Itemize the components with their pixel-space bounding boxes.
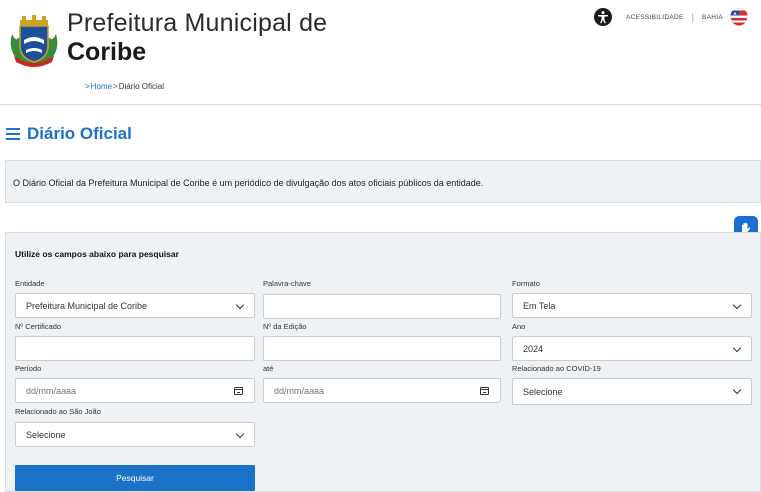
certificado-label: Nº Certificado	[15, 322, 62, 331]
edicao-field[interactable]	[274, 337, 500, 360]
periodo-date-input[interactable]	[15, 378, 255, 403]
entidade-value: Prefeitura Municipal de Coribe	[26, 300, 148, 311]
header-divider	[0, 104, 761, 105]
palavra-chave-field[interactable]	[274, 295, 500, 318]
breadcrumb-chevron-icon: >	[85, 82, 90, 91]
sao-joao-select[interactable]: Selecione	[15, 422, 255, 447]
covid-select[interactable]: Selecione	[512, 378, 752, 405]
formato-select[interactable]: Em Tela	[512, 293, 752, 318]
palavra-chave-input[interactable]	[263, 294, 501, 319]
chevron-down-icon	[732, 300, 742, 310]
page-heading: Diário Oficial	[6, 124, 132, 144]
palavra-chave-label: Palavra-chave	[263, 279, 311, 288]
chevron-down-icon	[235, 429, 245, 439]
chevron-down-icon	[732, 385, 742, 395]
edicao-input[interactable]	[263, 336, 501, 361]
covid-value: Selecione	[523, 386, 563, 397]
calendar-icon[interactable]	[480, 387, 489, 395]
sao-joao-value: Selecione	[26, 429, 66, 440]
search-panel: Utilize os campos abaixo para pesquisar …	[5, 232, 761, 492]
chevron-down-icon	[235, 300, 245, 310]
search-button[interactable]: Pesquisar	[15, 465, 255, 491]
ate-field[interactable]	[274, 379, 500, 402]
calendar-icon[interactable]	[234, 387, 243, 395]
breadcrumb: >Home>Diário Oficial	[84, 82, 164, 91]
state-link[interactable]: BAHIA	[702, 14, 723, 21]
ano-select[interactable]: 2024	[512, 336, 752, 361]
ate-date-input[interactable]	[263, 378, 501, 403]
ate-label: até	[263, 364, 274, 373]
breadcrumb-home-link[interactable]: Home	[91, 82, 112, 91]
breadcrumb-current: Diário Oficial	[118, 82, 165, 91]
page-title: Diário Oficial	[27, 124, 132, 143]
ano-label: Ano	[512, 322, 526, 331]
ano-value: 2024	[523, 343, 544, 354]
municipal-crest-icon[interactable]	[6, 12, 62, 68]
covid-label: Relacionado ao COVID-19	[512, 364, 601, 373]
site-title-line1: Prefeitura Municipal de	[67, 9, 328, 37]
sao-joao-label: Relacionado ao São João	[15, 407, 101, 416]
hamburger-menu-icon[interactable]	[6, 128, 20, 140]
search-panel-title: Utilize os campos abaixo para pesquisar	[15, 249, 179, 259]
periodo-field[interactable]	[26, 379, 254, 402]
certificado-field[interactable]	[26, 337, 254, 360]
site-title-line2: Coribe	[67, 38, 147, 66]
topbar-divider: |	[691, 12, 694, 22]
breadcrumb-chevron-icon: >	[113, 82, 118, 91]
site-header: Prefeitura Municipal de Coribe >Home>Diá…	[0, 0, 761, 104]
formato-value: Em Tela	[523, 300, 556, 311]
periodo-label: Período	[15, 364, 42, 373]
bahia-flag-icon[interactable]	[729, 8, 749, 26]
description-box: O Diário Oficial da Prefeitura Municipal…	[5, 160, 761, 203]
chevron-down-icon	[732, 343, 742, 353]
edicao-label: Nº da Edição	[263, 322, 307, 331]
accessibility-person-icon[interactable]	[593, 8, 612, 26]
entidade-select[interactable]: Prefeitura Municipal de Coribe	[15, 293, 255, 318]
accessibility-link[interactable]: ACESSIBILIDADE	[626, 14, 684, 21]
certificado-input[interactable]	[15, 336, 255, 361]
entidade-label: Entidade	[15, 279, 45, 288]
page-description: O Diário Oficial da Prefeitura Municipal…	[13, 178, 484, 188]
top-utility-bar: ACESSIBILIDADE | BAHIA	[593, 7, 749, 27]
formato-label: Formato	[512, 279, 540, 288]
